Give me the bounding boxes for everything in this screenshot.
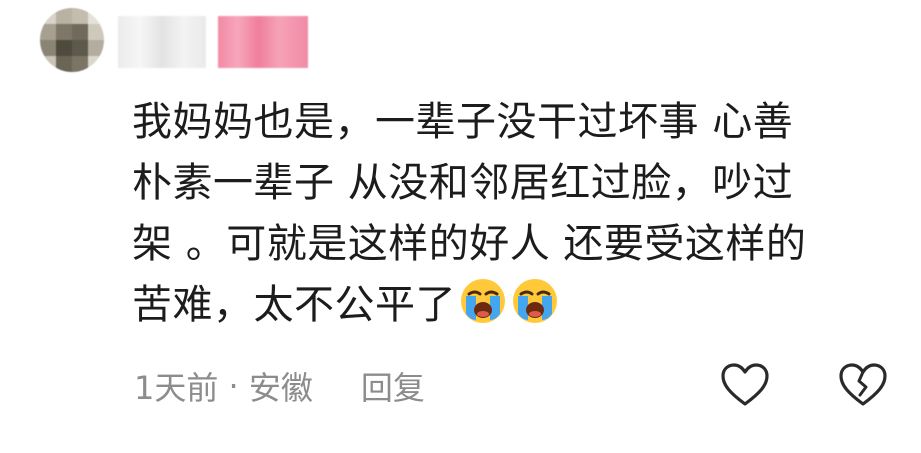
comment-line: 我妈妈也是，一辈子没干过坏事 心善 bbox=[132, 99, 794, 145]
heart-outline-icon[interactable] bbox=[720, 362, 770, 408]
username-blur-pink bbox=[218, 16, 308, 68]
username-blur-gray bbox=[118, 16, 206, 68]
username-blurred[interactable] bbox=[118, 16, 308, 68]
comment-meta: 1天前 · 安徽 回复 bbox=[134, 362, 425, 410]
reply-button[interactable]: 回复 bbox=[361, 363, 425, 409]
loudly-crying-face-icon bbox=[513, 279, 557, 323]
comment-location: 安徽 bbox=[248, 369, 313, 407]
comment-line: 苦难，太不公平了 bbox=[132, 282, 456, 328]
comment-line: 架 。可就是这样的好人 还要受这样的 bbox=[132, 221, 807, 267]
comment-line: 朴素一辈子 从没和邻居红过脸，吵过 bbox=[132, 160, 794, 206]
loudly-crying-face-icon bbox=[461, 279, 505, 323]
comment-text: 我妈妈也是，一辈子没干过坏事 心善 朴素一辈子 从没和邻居红过脸，吵过 架 。可… bbox=[132, 92, 892, 336]
avatar[interactable] bbox=[40, 8, 104, 72]
meta-separator: · bbox=[218, 367, 249, 405]
comment-line-last: 苦难，太不公平了 bbox=[132, 275, 892, 336]
broken-heart-outline-icon[interactable] bbox=[838, 362, 888, 408]
comment-time: 1天前 bbox=[134, 369, 219, 407]
